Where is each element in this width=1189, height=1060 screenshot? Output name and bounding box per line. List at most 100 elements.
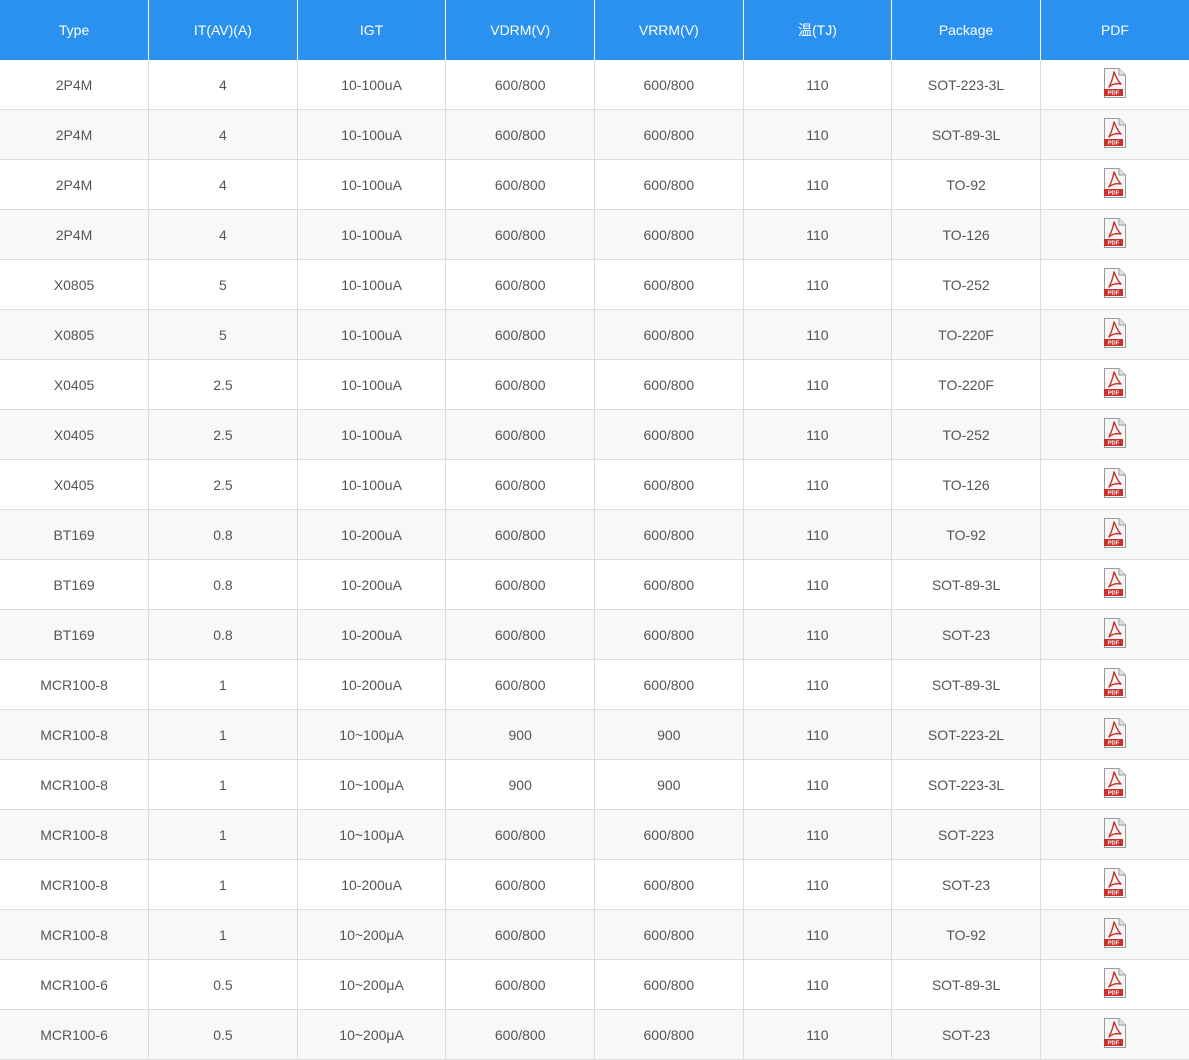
pdf-download-link[interactable]: PDF: [1103, 168, 1127, 198]
cell-package: TO-252: [891, 409, 1041, 460]
cell-pdf: PDF: [1040, 1009, 1189, 1060]
pdf-icon-label: PDF: [1108, 641, 1120, 647]
pdf-download-link[interactable]: PDF: [1103, 768, 1127, 798]
pdf-download-link[interactable]: PDF: [1103, 918, 1127, 948]
table-row: 2P4M 4 10-100uA 600/800 600/800 110 TO-126 PDF: [0, 209, 1189, 260]
cell-vdrm: 600/800: [445, 509, 595, 560]
cell-tj: 110: [743, 759, 893, 810]
pdf-download-link[interactable]: PDF: [1103, 418, 1127, 448]
cell-it-av: 4: [148, 159, 298, 210]
cell-vrrm: 600/800: [594, 159, 744, 210]
cell-vrrm: 600/800: [594, 109, 744, 160]
table-row: BT169 0.8 10-200uA 600/800 600/800 110 TO-92 PD…: [0, 509, 1189, 560]
cell-type: MCR100-8: [0, 759, 150, 810]
cell-pdf: PDF: [1040, 559, 1189, 610]
cell-it-av: 4: [148, 109, 298, 160]
cell-package: TO-220F: [891, 359, 1041, 410]
pdf-download-link[interactable]: PDF: [1103, 468, 1127, 498]
cell-type: MCR100-8: [0, 859, 150, 910]
pdf-download-link[interactable]: PDF: [1103, 668, 1127, 698]
cell-vdrm: 900: [445, 709, 595, 760]
pdf-file-icon: PDF: [1103, 968, 1127, 998]
table-row: BT169 0.8 10-200uA 600/800 600/800 110 SOT-23 P…: [0, 609, 1189, 660]
cell-package: TO-92: [891, 509, 1041, 560]
pdf-file-icon: PDF: [1103, 468, 1127, 498]
cell-it-av: 0.5: [148, 1009, 298, 1060]
cell-pdf: PDF: [1040, 309, 1189, 360]
cell-vrrm: 900: [594, 709, 744, 760]
pdf-download-link[interactable]: PDF: [1103, 718, 1127, 748]
pdf-icon-label: PDF: [1108, 141, 1120, 147]
cell-it-av: 0.8: [148, 609, 298, 660]
cell-vrrm: 600/800: [594, 909, 744, 960]
cell-it-av: 0.8: [148, 509, 298, 560]
cell-type: X0805: [0, 259, 150, 310]
cell-it-av: 1: [148, 809, 298, 860]
cell-vdrm: 600/800: [445, 109, 595, 160]
cell-type: X0405: [0, 409, 150, 460]
pdf-download-link[interactable]: PDF: [1103, 818, 1127, 848]
pdf-file-icon: PDF: [1103, 368, 1127, 398]
cell-type: X0405: [0, 359, 150, 410]
cell-vrrm: 600/800: [594, 809, 744, 860]
header-igt: IGT: [297, 0, 447, 60]
table-row: BT169 0.8 10-200uA 600/800 600/800 110 SOT-89-…: [0, 559, 1189, 610]
pdf-download-link[interactable]: PDF: [1103, 268, 1127, 298]
pdf-icon-label: PDF: [1108, 941, 1120, 947]
cell-igt: 10~200μA: [297, 1009, 447, 1060]
cell-it-av: 2.5: [148, 409, 298, 460]
cell-tj: 110: [743, 359, 893, 410]
cell-package: SOT-89-3L: [891, 959, 1041, 1010]
cell-package: TO-252: [891, 259, 1041, 310]
pdf-download-link[interactable]: PDF: [1103, 118, 1127, 148]
cell-tj: 110: [743, 809, 893, 860]
cell-igt: 10~200μA: [297, 909, 447, 960]
cell-package: SOT-89-3L: [891, 659, 1041, 710]
cell-vrrm: 600/800: [594, 859, 744, 910]
cell-package: SOT-223-3L: [891, 60, 1041, 110]
cell-vdrm: 600/800: [445, 259, 595, 310]
table-row: MCR100-8 1 10-200uA 600/800 600/800 110 SOT-89…: [0, 659, 1189, 710]
cell-pdf: PDF: [1040, 709, 1189, 760]
table-row: MCR100-8 1 10~200μA 600/800 600/800 110 TO-92 P…: [0, 909, 1189, 960]
table-row: X0405 2.5 10-100uA 600/800 600/800 110 TO-252 P…: [0, 409, 1189, 460]
cell-package: SOT-89-3L: [891, 559, 1041, 610]
cell-vrrm: 600/800: [594, 209, 744, 260]
cell-type: BT169: [0, 559, 150, 610]
pdf-download-link[interactable]: PDF: [1103, 1018, 1127, 1048]
cell-vdrm: 600/800: [445, 809, 595, 860]
cell-vrrm: 600/800: [594, 459, 744, 510]
pdf-download-link[interactable]: PDF: [1103, 868, 1127, 898]
pdf-download-link[interactable]: PDF: [1103, 968, 1127, 998]
cell-vrrm: 600/800: [594, 359, 744, 410]
pdf-download-link[interactable]: PDF: [1103, 518, 1127, 548]
table-row: 2P4M 4 10-100uA 600/800 600/800 110 SOT-89-3L P…: [0, 109, 1189, 160]
cell-vdrm: 900: [445, 759, 595, 810]
pdf-file-icon: PDF: [1103, 1018, 1127, 1048]
pdf-download-link[interactable]: PDF: [1103, 68, 1127, 98]
pdf-file-icon: PDF: [1103, 718, 1127, 748]
table-row: X0805 5 10-100uA 600/800 600/800 110 TO-252 PDF: [0, 259, 1189, 310]
cell-igt: 10-200uA: [297, 659, 447, 710]
pdf-download-link[interactable]: PDF: [1103, 218, 1127, 248]
pdf-download-link[interactable]: PDF: [1103, 318, 1127, 348]
cell-vrrm: 600/800: [594, 659, 744, 710]
pdf-file-icon: PDF: [1103, 68, 1127, 98]
cell-vdrm: 600/800: [445, 60, 595, 110]
pdf-file-icon: PDF: [1103, 168, 1127, 198]
pdf-file-icon: PDF: [1103, 268, 1127, 298]
cell-pdf: PDF: [1040, 659, 1189, 710]
cell-package: SOT-23: [891, 859, 1041, 910]
pdf-download-link[interactable]: PDF: [1103, 618, 1127, 648]
cell-it-av: 1: [148, 859, 298, 910]
cell-type: BT169: [0, 609, 150, 660]
cell-vdrm: 600/800: [445, 1009, 595, 1060]
cell-tj: 110: [743, 1009, 893, 1060]
cell-tj: 110: [743, 659, 893, 710]
cell-pdf: PDF: [1040, 859, 1189, 910]
cell-vrrm: 600/800: [594, 959, 744, 1010]
pdf-download-link[interactable]: PDF: [1103, 568, 1127, 598]
pdf-icon-label: PDF: [1108, 591, 1120, 597]
pdf-download-link[interactable]: PDF: [1103, 368, 1127, 398]
cell-tj: 110: [743, 959, 893, 1010]
